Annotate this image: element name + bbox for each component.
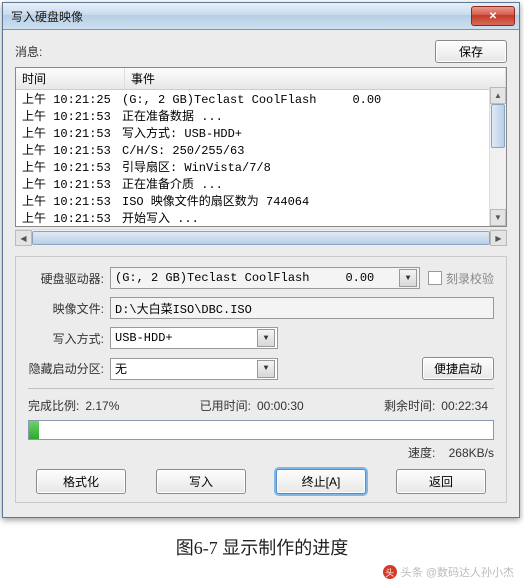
hidden-value: 无	[115, 360, 257, 377]
log-panel: 时间 事件 上午 10:21:25(G:, 2 GB)Teclast CoolF…	[15, 67, 507, 227]
titlebar[interactable]: 写入硬盘映像 ✕	[3, 3, 519, 30]
figure-caption: 图6-7 显示制作的进度	[0, 534, 524, 560]
close-icon: ✕	[489, 11, 497, 22]
hscroll-thumb[interactable]	[32, 231, 490, 245]
button-row: 格式化 写入 终止[A] 返回	[28, 469, 494, 494]
speed-row: 速度: 268KB/s	[28, 444, 494, 461]
log-row[interactable]: 上午 10:21:53引导扇区: WinVista/7/8	[18, 160, 506, 177]
log-row[interactable]: 上午 10:21:53ISO 映像文件的扇区数为 744064	[18, 194, 506, 211]
log-event: 引导扇区: WinVista/7/8	[122, 160, 506, 177]
hidden-combo[interactable]: 无 ▼	[110, 358, 278, 380]
log-time: 上午 10:21:53	[18, 126, 122, 143]
log-event: 正在准备介质 ...	[122, 177, 506, 194]
drive-label: 硬盘驱动器:	[28, 270, 110, 287]
done-label: 完成比例:	[28, 397, 79, 414]
back-button[interactable]: 返回	[396, 469, 486, 494]
image-field[interactable]: D:\大白菜ISO\DBC.ISO	[110, 297, 494, 319]
elapsed-value: 00:00:30	[257, 399, 304, 413]
speed-value: 268KB/s	[449, 446, 494, 460]
chevron-down-icon[interactable]: ▼	[257, 329, 275, 347]
write-row: 写入方式: USB-HDD+ ▼	[28, 327, 494, 349]
vertical-scrollbar[interactable]: ▲ ▼	[489, 87, 506, 226]
write-button[interactable]: 写入	[156, 469, 246, 494]
image-label: 映像文件:	[28, 300, 110, 317]
log-time: 上午 10:21:53	[18, 143, 122, 160]
log-row[interactable]: 上午 10:21:25(G:, 2 GB)Teclast CoolFlash 0…	[18, 92, 506, 109]
log-rows: 上午 10:21:25(G:, 2 GB)Teclast CoolFlash 0…	[16, 90, 506, 227]
chevron-down-icon[interactable]: ▼	[257, 360, 275, 378]
hidden-row: 隐藏启动分区: 无 ▼ 便捷启动	[28, 357, 494, 380]
scroll-thumb[interactable]	[491, 104, 505, 148]
log-row[interactable]: 上午 10:21:53写入方式: USB-HDD+	[18, 126, 506, 143]
scroll-down-icon[interactable]: ▼	[490, 209, 506, 226]
close-button[interactable]: ✕	[471, 6, 515, 26]
burn-verify-checkbox[interactable]: 刻录校验	[428, 270, 494, 287]
chevron-down-icon[interactable]: ▼	[399, 269, 417, 287]
write-value: USB-HDD+	[115, 331, 257, 345]
abort-button[interactable]: 终止[A]	[276, 469, 366, 494]
progress-info-row: 完成比例: 2.17% 已用时间: 00:00:30 剩余时间: 00:22:3…	[28, 397, 494, 414]
log-row[interactable]: 上午 10:21:53C/H/S: 250/255/63	[18, 143, 506, 160]
log-time: 上午 10:21:53	[18, 160, 122, 177]
watermark-logo-icon: 头	[383, 565, 397, 579]
scroll-right-icon[interactable]: ▶	[490, 230, 507, 246]
save-button[interactable]: 保存	[435, 40, 507, 63]
done-value: 2.17%	[85, 399, 119, 413]
log-event: (G:, 2 GB)Teclast CoolFlash 0.00	[122, 92, 506, 109]
log-row[interactable]: 上午 10:21:53正在准备数据 ...	[18, 109, 506, 126]
horizontal-scrollbar[interactable]: ◀ ▶	[15, 229, 507, 246]
write-mode-combo[interactable]: USB-HDD+ ▼	[110, 327, 278, 349]
watermark: 头 头条 @数码达人孙小杰	[0, 564, 524, 584]
hidden-label: 隐藏启动分区:	[28, 360, 110, 377]
log-row[interactable]: 上午 10:21:53开始写入 ...	[18, 211, 506, 227]
log-event: 正在准备数据 ...	[122, 109, 506, 126]
dialog-window: 写入硬盘映像 ✕ 消息: 保存 时间 事件 上午 10:21:25(G:, 2 …	[2, 2, 520, 518]
drive-row: 硬盘驱动器: (G:, 2 GB)Teclast CoolFlash 0.00 …	[28, 267, 494, 289]
col-time-header[interactable]: 时间	[16, 68, 125, 89]
log-event: ISO 映像文件的扇区数为 744064	[122, 194, 506, 211]
convenient-boot-button[interactable]: 便捷启动	[422, 357, 494, 380]
scroll-left-icon[interactable]: ◀	[15, 230, 32, 246]
image-row: 映像文件: D:\大白菜ISO\DBC.ISO	[28, 297, 494, 319]
checkbox-box[interactable]	[428, 271, 442, 285]
col-event-header[interactable]: 事件	[125, 68, 506, 89]
log-time: 上午 10:21:53	[18, 109, 122, 126]
log-time: 上午 10:21:53	[18, 177, 122, 194]
window-title: 写入硬盘映像	[11, 8, 471, 25]
remain-label: 剩余时间:	[384, 397, 435, 414]
progress-bar	[28, 420, 494, 440]
image-value: D:\大白菜ISO\DBC.ISO	[115, 300, 491, 317]
message-label: 消息:	[15, 43, 435, 60]
log-event: 写入方式: USB-HDD+	[122, 126, 506, 143]
dialog-body: 消息: 保存 时间 事件 上午 10:21:25(G:, 2 GB)Teclas…	[3, 30, 519, 517]
scroll-up-icon[interactable]: ▲	[490, 87, 506, 104]
drive-combo[interactable]: (G:, 2 GB)Teclast CoolFlash 0.00 ▼	[110, 267, 420, 289]
remain-value: 00:22:34	[441, 399, 488, 413]
log-row[interactable]: 上午 10:21:53正在准备介质 ...	[18, 177, 506, 194]
log-time: 上午 10:21:25	[18, 92, 122, 109]
drive-value: (G:, 2 GB)Teclast CoolFlash 0.00	[115, 271, 399, 285]
write-label: 写入方式:	[28, 330, 110, 347]
watermark-text: 头条 @数码达人孙小杰	[401, 564, 514, 580]
format-button[interactable]: 格式化	[36, 469, 126, 494]
log-event: 开始写入 ...	[122, 211, 506, 227]
speed-label: 速度:	[408, 446, 435, 460]
log-header: 时间 事件	[16, 68, 506, 90]
burn-verify-label: 刻录校验	[446, 270, 494, 287]
elapsed-label: 已用时间:	[200, 397, 251, 414]
message-header-row: 消息: 保存	[15, 40, 507, 63]
form-panel: 硬盘驱动器: (G:, 2 GB)Teclast CoolFlash 0.00 …	[15, 256, 507, 503]
log-time: 上午 10:21:53	[18, 211, 122, 227]
progress-fill	[29, 421, 39, 439]
divider	[28, 388, 494, 389]
scroll-track[interactable]	[490, 104, 506, 209]
log-time: 上午 10:21:53	[18, 194, 122, 211]
log-event: C/H/S: 250/255/63	[122, 143, 506, 160]
